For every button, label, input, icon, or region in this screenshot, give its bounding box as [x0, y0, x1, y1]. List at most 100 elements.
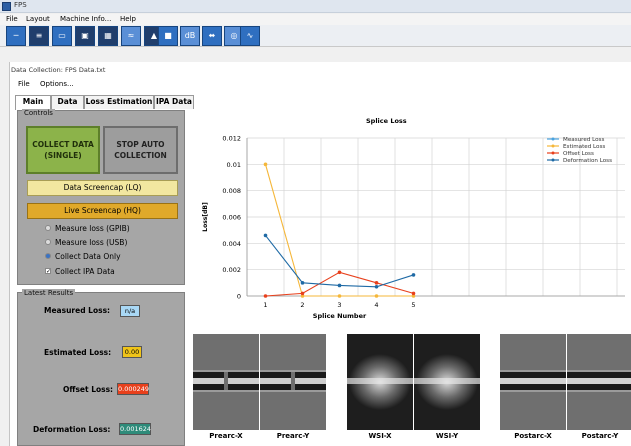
monitor-icon[interactable]: ■: [158, 26, 178, 46]
window-titlebar: FPS: [0, 0, 631, 13]
legend-label: Measured Loss: [563, 137, 604, 143]
collect-data-button[interactable]: COLLECT DATA (SINGLE): [26, 126, 100, 174]
tab-data[interactable]: Data: [51, 95, 84, 109]
db-icon[interactable]: dB: [180, 26, 200, 46]
y-tick-label: 0.008: [222, 187, 241, 195]
y-tick-label: 0.006: [222, 214, 241, 222]
fiber-image-label: Prearc-X: [209, 432, 243, 440]
data-point: [374, 284, 379, 289]
data-point: [374, 281, 379, 285]
option-measure-gpib[interactable]: Measure loss (GPIB): [45, 224, 130, 233]
radio-gpib[interactable]: [45, 225, 51, 231]
fiber-image-wsi-x: [347, 334, 413, 430]
network-icon[interactable]: ⬌: [202, 26, 222, 46]
fiber-image-prearc-x: [193, 334, 259, 430]
option-label: Collect Data Only: [55, 252, 121, 261]
y-tick-label: 0.012: [222, 135, 241, 143]
menu-file[interactable]: File: [6, 15, 18, 23]
stop-auto-collection-button[interactable]: STOP AUTO COLLECTION: [103, 126, 178, 174]
data-screencap-lq-button[interactable]: Data Screencap (LQ): [27, 180, 178, 196]
legend-marker: [551, 158, 555, 162]
fiber-image-graphic: [414, 354, 480, 410]
menu-machine-info[interactable]: Machine Info...: [60, 15, 111, 23]
y-axis-label: Loss[dB]: [202, 202, 209, 232]
series-line: [264, 164, 414, 297]
data-point: [374, 294, 379, 298]
fiber-image-label: WSI-X: [368, 432, 392, 440]
deformation-loss-label: Deformation Loss:: [33, 425, 111, 434]
collect-data-label: COLLECT DATA (SINGLE): [32, 140, 94, 160]
menu-layout[interactable]: Layout: [26, 15, 50, 23]
fiber-prep-icon[interactable]: ≡: [29, 26, 49, 46]
doc-menu-file[interactable]: File: [18, 80, 30, 88]
toolbar: ─ ≡ ▭ ▣ ▦ ≈ ▲ ■ dB ⬌ ◎ ∿: [0, 25, 631, 47]
radio-usb[interactable]: [45, 239, 51, 245]
x-tick-label: 1: [263, 301, 267, 309]
measured-loss-label: Measured Loss:: [44, 306, 111, 315]
data-point: [300, 291, 305, 296]
results-group-label: Latest Results: [22, 289, 76, 297]
legend-label: Deformation Loss: [563, 158, 612, 164]
fiber-image-label: Postarc-X: [514, 432, 552, 440]
fiber-image-label: WSI-Y: [435, 432, 459, 440]
y-tick-label: 0: [237, 293, 241, 301]
legend-marker: [551, 144, 555, 148]
measured-loss-value: n/a: [120, 305, 140, 317]
option-label: Collect IPA Data: [55, 267, 115, 276]
data-point: [300, 281, 305, 285]
tab-loss-estimation[interactable]: Loss Estimation: [84, 95, 154, 109]
fiber-image-graphic: [500, 370, 566, 392]
legend-marker: [551, 151, 555, 155]
controls-group-label: Controls: [22, 109, 55, 117]
radio-collect-only[interactable]: [45, 253, 51, 259]
doc-menu-options[interactable]: Options...: [40, 80, 74, 88]
fiber-image-graphic: [260, 368, 326, 394]
x-tick-label: 2: [300, 301, 304, 309]
legend-label: Estimated Loss: [563, 144, 605, 150]
y-tick-label: 0.01: [227, 161, 241, 169]
data-point: [411, 291, 416, 296]
y-tick-label: 0.004: [222, 240, 241, 248]
option-collect-ipa[interactable]: ✓ Collect IPA Data: [45, 267, 115, 276]
data-point: [263, 233, 268, 238]
data-point: [263, 162, 268, 167]
data-point: [263, 294, 268, 298]
fiber-image-postarc-x: [500, 334, 566, 430]
data-point: [337, 270, 342, 275]
menu-help[interactable]: Help: [120, 15, 136, 23]
option-collect-data-only[interactable]: Collect Data Only: [45, 252, 121, 261]
x-tick-label: 4: [374, 301, 378, 309]
y-tick-label: 0.002: [222, 266, 241, 274]
option-measure-usb[interactable]: Measure loss (USB): [45, 238, 128, 247]
x-axis-label: Splice Number: [313, 312, 367, 320]
checkbox-collect-ipa[interactable]: ✓: [45, 268, 51, 275]
arc-icon[interactable]: ≈: [121, 26, 141, 46]
tab-ipa-data[interactable]: IPA Data: [154, 95, 194, 109]
image-icon[interactable]: ▦: [98, 26, 118, 46]
splice-loss-chart: 0 0.002 0.004 0.006 0.008 0.01 0.012 1 2 3 4 5 Splic…: [195, 114, 631, 326]
estimated-loss-value: 0.00: [122, 346, 142, 358]
tab-main[interactable]: Main: [15, 95, 51, 110]
results-group: [17, 292, 185, 446]
offset-loss-label: Offset Loss:: [63, 385, 114, 394]
option-label: Measure loss (USB): [55, 238, 128, 247]
chart-svg: 0 0.002 0.004 0.006 0.008 0.01 0.012 1 2 3 4 5 Splic…: [202, 135, 625, 320]
data-point: [337, 294, 342, 298]
window-title: FPS: [14, 1, 27, 9]
live-screencap-hq-button[interactable]: Live Screencap (HQ): [27, 203, 178, 219]
fiber-image-label: Prearc-Y: [276, 432, 310, 440]
camera-icon[interactable]: ▣: [75, 26, 95, 46]
fiber-image-graphic: [567, 370, 631, 392]
fiber-image-prearc-y: [260, 334, 326, 430]
document-title: Data Collection: FPS Data.txt: [11, 66, 106, 74]
signal-icon[interactable]: ∿: [240, 26, 260, 46]
fiber-image-graphic: [347, 354, 413, 410]
x-tick-label: 3: [337, 301, 341, 309]
cleave-icon[interactable]: ▭: [52, 26, 72, 46]
estimated-loss-label: Estimated Loss:: [44, 348, 112, 357]
stop-auto-label: STOP AUTO COLLECTION: [114, 140, 167, 160]
deformation-loss-value: 0.001624: [119, 423, 152, 435]
menubar: File Layout Machine Info... Help: [0, 14, 631, 25]
splice-icon[interactable]: ─: [6, 26, 26, 46]
x-tick-label: 5: [411, 301, 415, 309]
